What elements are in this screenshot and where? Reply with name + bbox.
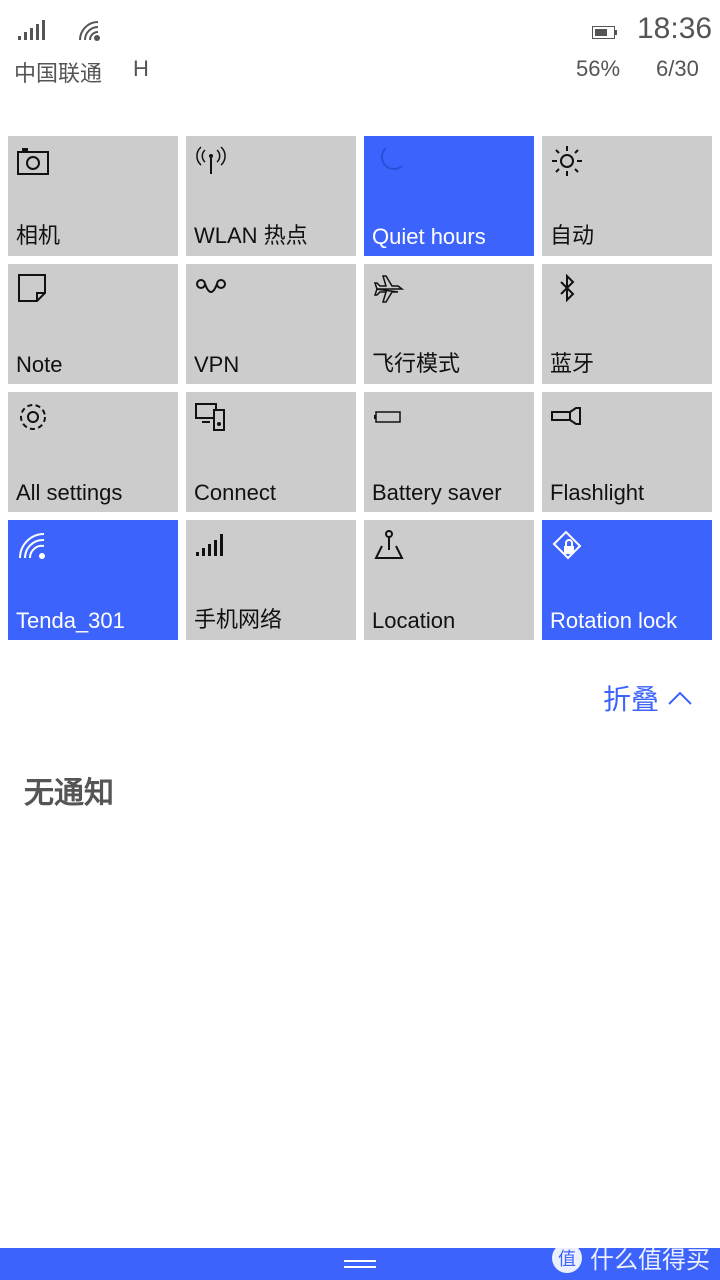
watermark-text: 什么值得买: [590, 1247, 710, 1274]
tile-cellular[interactable]: 手机网络: [186, 520, 356, 640]
tile-label: 相机: [16, 223, 61, 248]
tile-label: Battery saver: [372, 480, 502, 505]
network-type: H: [133, 56, 149, 81]
wifi-icon: [79, 21, 100, 41]
tile-moon[interactable]: Quiet hours: [364, 136, 534, 256]
wifi-icon: [19, 533, 45, 559]
tile-wifi[interactable]: Tenda_301: [8, 520, 178, 640]
handle-icon: [344, 1260, 376, 1268]
airplane-icon: [373, 275, 405, 303]
location-icon: [374, 530, 404, 559]
battery-icon: [592, 26, 617, 39]
battery-percent: 56%: [576, 56, 621, 81]
brightness-icon: [552, 146, 582, 176]
tile-location[interactable]: Location: [364, 520, 534, 640]
connect-icon: [195, 403, 225, 431]
tile-label: Rotation lock: [550, 608, 678, 633]
tile-label: Quiet hours: [372, 224, 486, 249]
tile-hotspot[interactable]: WLAN 热点: [186, 136, 356, 256]
tile-flashlight[interactable]: Flashlight: [542, 392, 712, 512]
collapse-label: 折叠: [603, 684, 660, 715]
tile-label: Flashlight: [550, 480, 645, 505]
note-icon: [18, 274, 46, 302]
tile-camera[interactable]: 相机: [8, 136, 178, 256]
tile-gear[interactable]: All settings: [8, 392, 178, 512]
camera-icon: [17, 148, 49, 175]
rotation-lock-icon: [552, 530, 582, 560]
tile-airplane[interactable]: 飞行模式: [364, 264, 534, 384]
tile-label: 手机网络: [194, 607, 283, 632]
tile-label: Tenda_301: [16, 608, 125, 633]
tile-label: VPN: [194, 352, 240, 377]
vpn-icon: [196, 279, 226, 293]
watermark-badge: 值: [552, 1242, 582, 1273]
tile-connect[interactable]: Connect: [186, 392, 356, 512]
gear-icon: [20, 404, 46, 430]
tile-label: All settings: [16, 480, 123, 505]
tile-bluetooth[interactable]: 蓝牙: [542, 264, 712, 384]
flashlight-icon: [551, 407, 581, 425]
cellular-icon: [196, 534, 223, 556]
collapse-button[interactable]: 折叠: [603, 678, 693, 718]
tile-rotation-lock[interactable]: Rotation lock: [542, 520, 712, 640]
signal-icon: [18, 20, 45, 40]
no-notifications-text: 无通知: [24, 777, 114, 810]
watermark-logo: 值 什么值得买: [552, 1240, 710, 1275]
chevron-up-icon: [668, 691, 692, 705]
tile-brightness[interactable]: 自动: [542, 136, 712, 256]
battery-saver-icon: [374, 411, 401, 423]
tile-label: 自动: [550, 223, 595, 248]
tile-label: WLAN 热点: [194, 223, 308, 248]
tile-battery-saver[interactable]: Battery saver: [364, 392, 534, 512]
date: 6/30: [656, 56, 699, 81]
tile-label: Location: [372, 608, 456, 633]
tile-label: 蓝牙: [550, 351, 595, 376]
tile-label: Note: [16, 352, 63, 377]
tile-vpn[interactable]: VPN: [186, 264, 356, 384]
clock: 18:36: [637, 12, 713, 45]
tile-note[interactable]: Note: [8, 264, 178, 384]
hotspot-icon: [196, 146, 226, 174]
tile-label: 飞行模式: [372, 351, 461, 376]
tile-label: Connect: [194, 480, 276, 505]
moon-icon: [380, 147, 403, 171]
bluetooth-icon: [560, 273, 575, 303]
carrier: 中国联通: [14, 61, 103, 86]
bottom-handle-bar[interactable]: 值 什么值得买: [0, 1242, 720, 1280]
